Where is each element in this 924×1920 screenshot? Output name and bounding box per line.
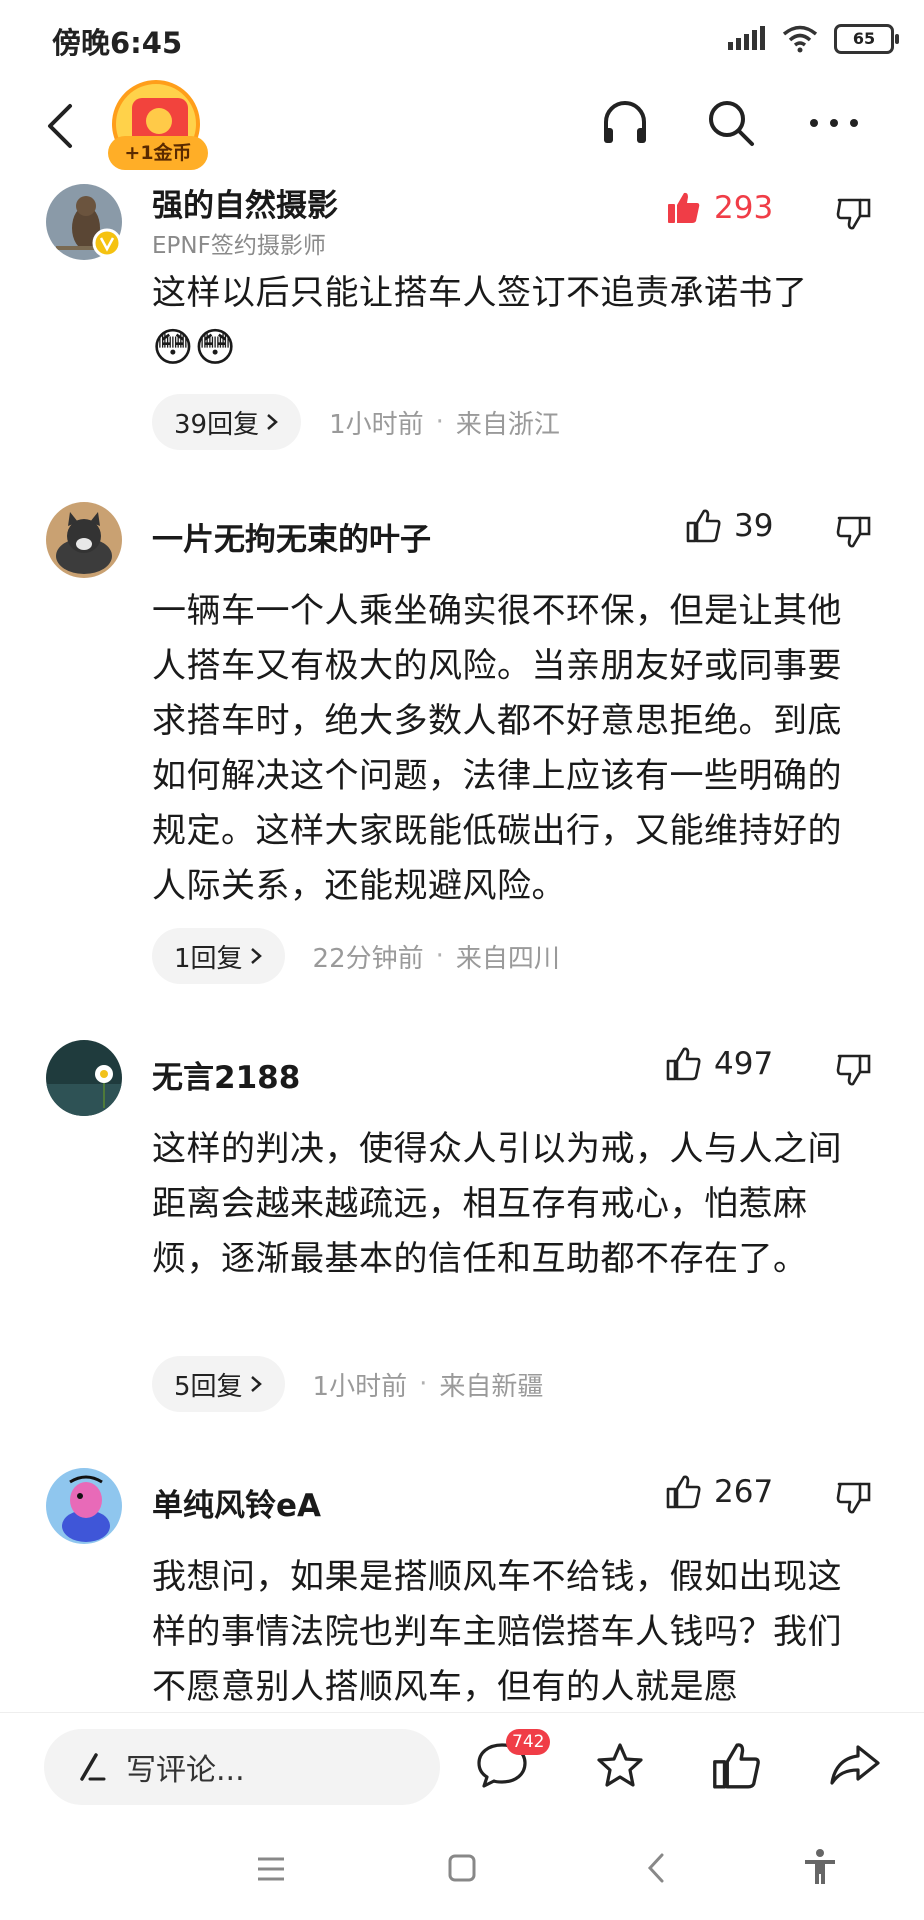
thumbs-up-filled-icon xyxy=(668,192,700,223)
comment-time: 22分钟前 xyxy=(312,943,424,974)
back-icon[interactable] xyxy=(646,1852,666,1884)
chevron-right-icon xyxy=(250,948,262,964)
signal-icon xyxy=(728,26,765,50)
thumbs-up-icon xyxy=(666,1475,701,1509)
like-count: 39 xyxy=(734,508,774,544)
avatar[interactable] xyxy=(46,1468,122,1544)
thumbs-down-icon[interactable] xyxy=(836,196,872,232)
reply-count: 1回复 xyxy=(174,943,243,974)
chevron-right-icon xyxy=(250,1376,262,1392)
thumbs-up-icon xyxy=(666,1047,701,1081)
separator-dot: · xyxy=(435,941,444,971)
chevron-right-icon xyxy=(267,414,278,430)
pen-icon xyxy=(80,1753,106,1781)
emoji: 😳😳 xyxy=(152,325,237,371)
comment-meta: 1回复 22分钟前 · 来自四川 xyxy=(152,928,560,984)
reply-count: 5回复 xyxy=(174,1371,243,1402)
home-icon[interactable] xyxy=(448,1854,476,1882)
comment-text: 这样的判决，使得众人引以为戒，人与人之间距离会越来越疏远，相互存有戒心，怕惹麻烦… xyxy=(152,1129,842,1279)
username[interactable]: 单纯风铃eA xyxy=(152,1480,321,1525)
like-count: 497 xyxy=(714,1046,774,1082)
status-bar: 傍晚6:45 65 xyxy=(0,0,924,80)
comment-location: 来自四川 xyxy=(455,943,560,974)
comment-input[interactable]: 写评论... xyxy=(44,1729,440,1805)
status-icons: 65 xyxy=(726,22,899,56)
username[interactable]: 无言2188 xyxy=(152,1052,300,1097)
like-button[interactable]: 293 xyxy=(666,190,773,226)
username[interactable]: 一片无拘无束的叶子 xyxy=(152,514,431,559)
coin-reward-badge[interactable]: +1金币 xyxy=(108,80,208,180)
like-count: 267 xyxy=(714,1474,774,1510)
separator-dot: · xyxy=(419,1369,428,1399)
username[interactable]: 强的自然摄影 xyxy=(152,180,338,225)
reply-button[interactable]: 5回复 xyxy=(152,1356,285,1412)
comment-count-badge: 742 xyxy=(506,1729,551,1755)
like-button[interactable]: 267 xyxy=(666,1474,773,1510)
comment-text: 这样以后只能让搭车人签订不追责承诺书了 😳😳 xyxy=(152,273,808,371)
thumbs-down-icon[interactable] xyxy=(836,1052,872,1088)
thumbs-down-icon[interactable] xyxy=(836,1480,872,1516)
reply-button[interactable]: 1回复 xyxy=(152,928,285,984)
menu-icon[interactable] xyxy=(256,1856,286,1882)
status-time: 傍晚6:45 xyxy=(52,26,183,60)
comment-meta: 39回复 1小时前 · 来自浙江 xyxy=(152,394,560,450)
like-button[interactable]: 39 xyxy=(686,508,773,544)
back-arrow-icon[interactable] xyxy=(44,102,76,150)
more-icon[interactable] xyxy=(808,116,860,130)
comment-location: 来自浙江 xyxy=(455,409,560,440)
comment-text: 一辆车一个人乘坐确实很不环保，但是让其他人搭车又有极大的风险。当亲朋友好或同事要… xyxy=(152,591,842,906)
coin-reward-label: +1金币 xyxy=(108,136,208,170)
comment-meta: 5回复 1小时前 · 来自新疆 xyxy=(152,1356,543,1412)
comment-item: 单纯风铃eA 267 我想问，如果是搭顺风车不给钱，假如出现这样的事情法院也判车… xyxy=(0,1460,924,1712)
like-button[interactable]: 497 xyxy=(666,1046,773,1082)
comment-time: 1小时前 xyxy=(312,1371,408,1402)
like-count: 293 xyxy=(714,190,774,226)
avatar[interactable] xyxy=(46,502,122,578)
star-icon[interactable] xyxy=(594,1741,646,1791)
accessibility-icon[interactable] xyxy=(802,1848,838,1886)
wifi-icon xyxy=(782,25,818,53)
battery-indicator: 65 xyxy=(834,24,899,54)
avatar[interactable] xyxy=(46,1040,122,1116)
comment-text: 我想问，如果是搭顺风车不给钱，假如出现这样的事情法院也判车主赔偿搭车人钱吗？我们… xyxy=(152,1557,842,1707)
separator-dot: · xyxy=(435,407,444,437)
search-icon[interactable] xyxy=(706,98,756,148)
reply-count: 39回复 xyxy=(174,409,260,440)
comment-time: 1小时前 xyxy=(329,409,424,440)
verified-badge-icon xyxy=(92,228,122,258)
comment-page: 傍晚6:45 65 +1金币 强的自然摄影 EPNF签约摄影师 293 这样以后… xyxy=(0,0,924,1920)
bottom-action-bar: 写评论... 742 xyxy=(0,1712,924,1817)
thumbs-up-icon xyxy=(686,509,721,543)
share-icon[interactable] xyxy=(828,1741,882,1789)
comment-location: 来自新疆 xyxy=(439,1371,544,1402)
thumbs-down-icon[interactable] xyxy=(836,514,872,550)
headphones-icon[interactable] xyxy=(600,98,650,148)
reply-button[interactable]: 39回复 xyxy=(152,394,302,450)
system-nav-bar xyxy=(0,1818,924,1920)
user-title: EPNF签约摄影师 xyxy=(152,233,326,259)
comment-input-placeholder: 写评论... xyxy=(126,1753,245,1788)
top-nav: +1金币 xyxy=(0,80,924,180)
thumbs-up-icon[interactable] xyxy=(712,1741,762,1791)
